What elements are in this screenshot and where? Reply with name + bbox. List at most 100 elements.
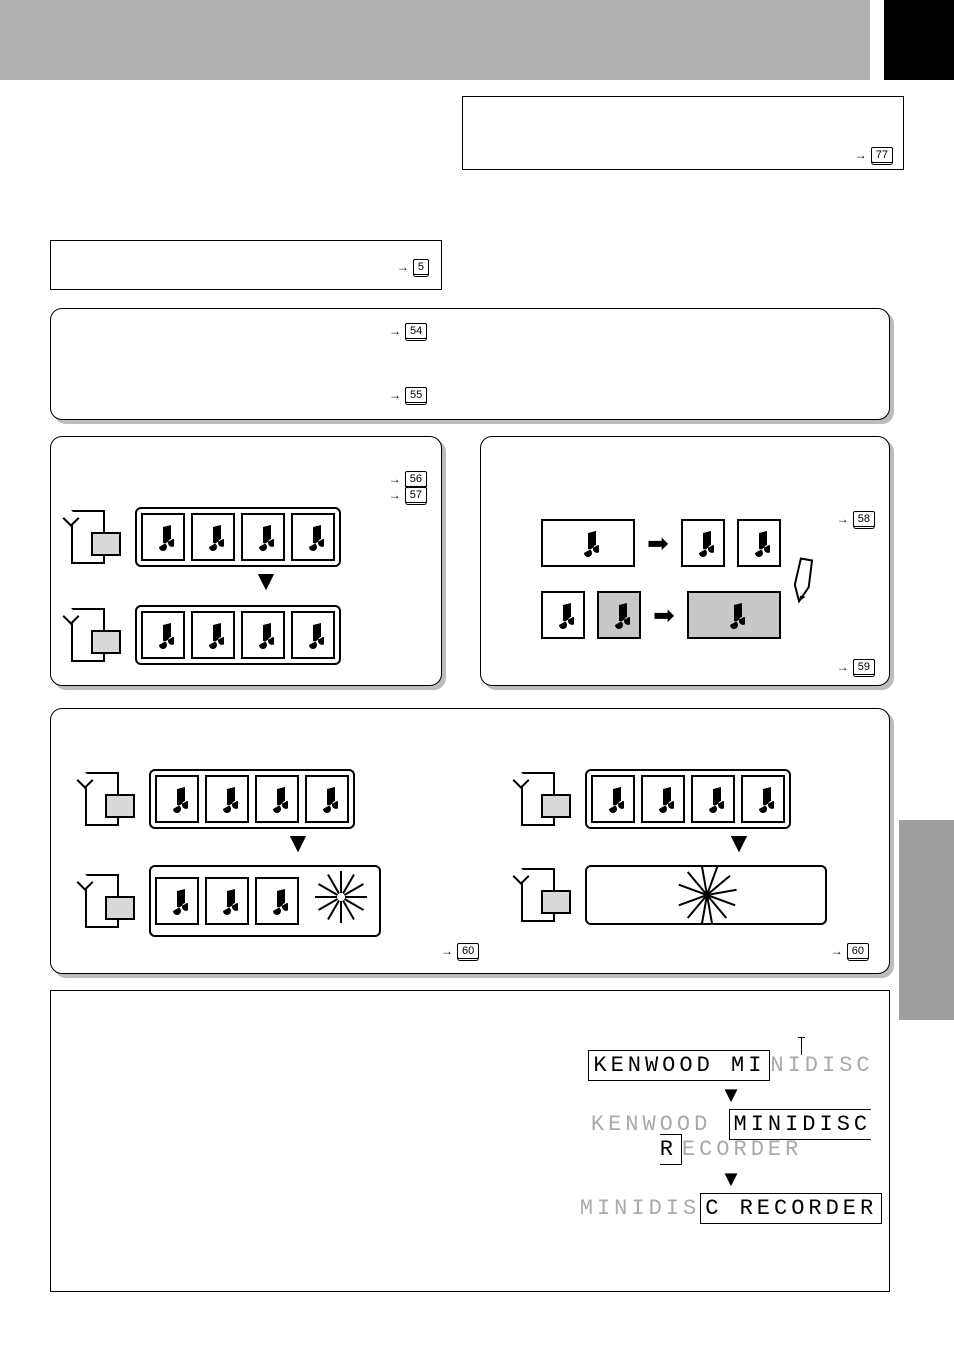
minidisc-icon xyxy=(85,772,133,826)
book-page-icon: 77 xyxy=(871,147,893,163)
track-cell xyxy=(141,513,185,561)
arrow-icon: → xyxy=(837,660,849,674)
track-cell xyxy=(641,775,685,823)
right-arrow-icon: ➡ xyxy=(647,530,669,556)
display-window-text: C RECORDER xyxy=(705,1196,877,1221)
right-arrow-icon: ➡ xyxy=(653,602,675,628)
page-ref-56: → 56 xyxy=(389,471,427,487)
down-arrow-icon: ▼ xyxy=(191,567,341,595)
track-list xyxy=(135,507,341,567)
book-page-icon: 57 xyxy=(405,487,427,503)
arrow-icon: → xyxy=(389,324,401,338)
panel-overview: → 54 → 55 xyxy=(50,308,890,420)
pen-icon xyxy=(775,551,831,607)
down-arrow-icon: ▼ xyxy=(651,829,827,857)
track-list xyxy=(149,769,355,829)
display-trail-text: ECORDER xyxy=(682,1137,802,1162)
arrow-icon: → xyxy=(837,512,849,526)
track-cell xyxy=(155,775,199,823)
track-cell xyxy=(205,775,249,823)
header-black-tab xyxy=(884,0,954,80)
minidisc-icon xyxy=(521,868,569,922)
track-cell-shaded xyxy=(597,591,641,639)
track-cell xyxy=(241,611,285,659)
track-cell xyxy=(241,513,285,561)
page-ref-54: → 54 xyxy=(389,323,427,339)
display-window-text: KENWOOD MI xyxy=(593,1053,765,1078)
track-long xyxy=(541,519,635,567)
erase-one-diagram: ▼ xyxy=(85,769,381,937)
display-line-3: MINIDISC RECORDER xyxy=(531,1196,931,1221)
page-ref-5: → 5 xyxy=(397,259,429,275)
book-page-icon: 54 xyxy=(405,323,427,339)
empty-track-list xyxy=(585,865,827,925)
page-ref-77: → 77 xyxy=(855,147,893,163)
track-cell xyxy=(141,611,185,659)
track-cell xyxy=(691,775,735,823)
arrow-icon: → xyxy=(855,148,867,162)
page-ref-59: → 59 xyxy=(837,659,875,675)
page-ref-60b: → 60 xyxy=(831,943,869,959)
track-cell xyxy=(291,611,335,659)
display-line-1: KENWOOD MINIDISC xyxy=(531,1053,931,1078)
arrow-icon: → xyxy=(397,260,409,274)
title-scroll-display: KENWOOD MINIDISC ▼ KENWOOD MINIDISC RECO… xyxy=(531,1047,931,1227)
page-ref-57: → 57 xyxy=(389,487,427,503)
track-cell xyxy=(591,775,635,823)
panel-split-combine: → 58 → 59 ➡ ➡ xyxy=(480,436,890,686)
book-page-icon: 60 xyxy=(847,943,869,959)
book-page-icon: 55 xyxy=(405,387,427,403)
page-ref-60a: → 60 xyxy=(441,943,479,959)
track-cell xyxy=(305,775,349,823)
arrow-icon: → xyxy=(831,944,843,958)
track-cell xyxy=(255,775,299,823)
page-ref-55: → 55 xyxy=(389,387,427,403)
track-cell xyxy=(191,513,235,561)
display-trail-text: NIDISC xyxy=(770,1053,873,1078)
track-cell xyxy=(737,519,781,567)
tick-mark xyxy=(801,1037,802,1055)
book-page-icon: 56 xyxy=(405,471,427,487)
erase-burst-icon xyxy=(616,860,796,930)
panel-title-scroll: KENWOOD MINIDISC ▼ KENWOOD MINIDISC RECO… xyxy=(50,990,890,1292)
track-cell xyxy=(191,611,235,659)
track-cell xyxy=(681,519,725,567)
down-arrow-icon: ▼ xyxy=(531,1168,931,1190)
track-cell xyxy=(255,877,299,925)
panel-move-track: → 56 → 57 ▼ xyxy=(50,436,442,686)
minidisc-icon xyxy=(85,874,133,928)
top-info-box: → 77 xyxy=(462,96,904,170)
display-line-2: KENWOOD MINIDISC RECORDER xyxy=(531,1112,931,1162)
minidisc-icon xyxy=(71,608,119,662)
erase-all-diagram: ▼ xyxy=(521,769,827,925)
minidisc-icon xyxy=(521,772,569,826)
track-cell xyxy=(155,877,199,925)
display-lead-text: MINIDIS xyxy=(580,1196,700,1221)
side-gray-tab xyxy=(899,820,954,1020)
track-list xyxy=(149,865,381,937)
track-list xyxy=(585,769,791,829)
arrow-icon: → xyxy=(441,944,453,958)
down-arrow-icon: ▼ xyxy=(215,829,381,857)
arrow-icon: → xyxy=(389,488,401,502)
track-cell xyxy=(205,877,249,925)
minidisc-icon xyxy=(71,510,119,564)
track-list xyxy=(135,605,341,665)
book-page-icon: 58 xyxy=(853,511,875,527)
arrow-icon: → xyxy=(389,388,401,402)
erase-burst-icon xyxy=(305,871,375,931)
move-diagram: ▼ xyxy=(71,507,341,665)
track-long-shaded xyxy=(687,591,781,639)
track-cell xyxy=(741,775,785,823)
track-cell xyxy=(541,591,585,639)
panel-erase: → 60 → 60 ▼ xyxy=(50,708,890,974)
split-diagram: ➡ ➡ xyxy=(541,519,781,639)
info-box-1: → 5 xyxy=(50,240,442,290)
page-ref-58: → 58 xyxy=(837,511,875,527)
arrow-icon: → xyxy=(389,472,401,486)
track-cell xyxy=(291,513,335,561)
header-gray-bar xyxy=(0,0,870,80)
down-arrow-icon: ▼ xyxy=(531,1084,931,1106)
book-page-icon: 5 xyxy=(413,259,429,275)
book-page-icon: 59 xyxy=(853,659,875,675)
